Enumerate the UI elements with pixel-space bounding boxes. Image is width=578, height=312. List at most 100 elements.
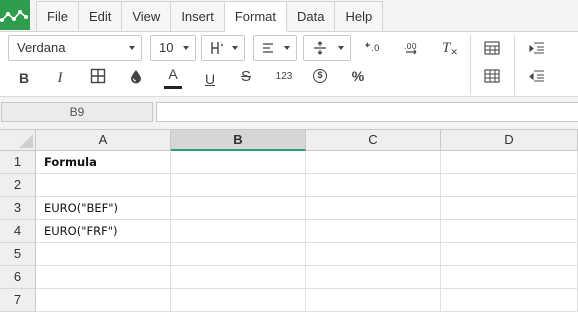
border-icon: [211, 42, 223, 54]
svg-text:.00: .00: [404, 42, 417, 51]
cell-d1[interactable]: [441, 151, 578, 174]
fill-color-button[interactable]: [124, 64, 148, 88]
select-all-icon: [19, 134, 33, 148]
outdent-icon: [529, 70, 544, 82]
currency-format-button[interactable]: $: [308, 64, 332, 88]
text-color-button[interactable]: A: [161, 64, 185, 89]
toolbar-divider: [514, 35, 515, 95]
increase-decimal-button[interactable]: .00: [400, 36, 424, 60]
chevron-down-icon: [232, 46, 238, 50]
font-family-select[interactable]: Verdana: [8, 35, 142, 61]
formula-bar: B9: [0, 96, 578, 126]
cell-d5[interactable]: [441, 243, 578, 266]
app-logo: [0, 0, 30, 30]
cell-b1[interactable]: [171, 151, 306, 174]
horizontal-align-select[interactable]: [253, 35, 297, 61]
clear-format-icon: T: [442, 39, 451, 56]
column-header-b[interactable]: B: [171, 130, 306, 151]
row-header-3[interactable]: 3: [0, 197, 36, 220]
menu-file[interactable]: File: [36, 1, 79, 32]
formula-input[interactable]: [156, 102, 578, 122]
cell-b7[interactable]: [171, 289, 306, 312]
menu-view[interactable]: View: [122, 1, 172, 32]
font-size-select[interactable]: 10: [150, 35, 196, 61]
cell-c4[interactable]: [306, 220, 441, 243]
toolbar-divider: [470, 35, 471, 95]
menu-help[interactable]: Help: [335, 1, 384, 32]
chevron-down-icon: [284, 46, 290, 50]
menu-edit[interactable]: Edit: [78, 1, 123, 32]
dollar-icon: $: [313, 69, 327, 83]
font-family-value: Verdana: [17, 40, 66, 55]
cell-a7[interactable]: [36, 289, 171, 312]
select-all-corner[interactable]: [0, 130, 36, 151]
number-format-button[interactable]: 123: [272, 64, 296, 88]
merge-cells-button[interactable]: [480, 36, 504, 60]
cell-b5[interactable]: [171, 243, 306, 266]
column-header-a[interactable]: A: [36, 130, 171, 151]
row-header-5[interactable]: 5: [0, 243, 36, 266]
cell-a4[interactable]: EURO("FRF"): [36, 220, 171, 243]
menu-insert[interactable]: Insert: [171, 1, 225, 32]
cell-name-box[interactable]: B9: [1, 102, 153, 122]
vertical-align-select[interactable]: [303, 35, 351, 61]
row-header-7[interactable]: 7: [0, 289, 36, 312]
row-header-6[interactable]: 6: [0, 266, 36, 289]
cell-a1[interactable]: Formula: [36, 151, 171, 174]
svg-text:.0: .0: [371, 44, 380, 54]
row-header-4[interactable]: 4: [0, 220, 36, 243]
cell-c7[interactable]: [306, 289, 441, 312]
font-size-value: 10: [159, 40, 174, 55]
spreadsheet-grid: A B C D 1 2 3 4 5 6 7 Formula EURO("BEF"…: [0, 129, 578, 312]
row-header-1[interactable]: 1: [0, 151, 36, 174]
table-button[interactable]: [480, 64, 504, 88]
chevron-down-icon: [338, 46, 344, 50]
menu-format[interactable]: Format: [224, 1, 287, 32]
cell-c2[interactable]: [306, 174, 441, 197]
percent-format-button[interactable]: %: [346, 64, 370, 88]
increase-decimal-icon: .00: [404, 42, 417, 55]
borders-button[interactable]: [86, 64, 110, 88]
borders-select[interactable]: [201, 35, 245, 61]
row-header-2[interactable]: 2: [0, 174, 36, 197]
logo-chart-icon: [0, 10, 28, 22]
bold-button[interactable]: B: [12, 66, 36, 90]
chevron-down-icon: [183, 46, 189, 50]
chevron-down-icon: [129, 46, 135, 50]
cell-a6[interactable]: [36, 266, 171, 289]
cell-d2[interactable]: [441, 174, 578, 197]
cell-d4[interactable]: [441, 220, 578, 243]
cell-b6[interactable]: [171, 266, 306, 289]
cell-b3[interactable]: [171, 197, 306, 220]
cell-c5[interactable]: [306, 243, 441, 266]
text-color-swatch: [164, 86, 182, 89]
underline-button[interactable]: U: [198, 67, 222, 91]
column-header-c[interactable]: C: [306, 130, 441, 151]
italic-button[interactable]: I: [48, 66, 72, 90]
cell-a3[interactable]: EURO("BEF"): [36, 197, 171, 220]
strikethrough-button[interactable]: S: [234, 64, 258, 88]
column-header-d[interactable]: D: [441, 130, 578, 151]
borders-all-icon: [90, 68, 106, 84]
cell-b2[interactable]: [171, 174, 306, 197]
cell-d7[interactable]: [441, 289, 578, 312]
table-icon: [484, 41, 500, 55]
indent-button[interactable]: [525, 36, 549, 60]
outdent-button[interactable]: [525, 64, 549, 88]
cell-a5[interactable]: [36, 243, 171, 266]
menu-bar: File Edit View Insert Format Data Help: [36, 1, 384, 32]
menu-data[interactable]: Data: [287, 1, 336, 32]
cell-d6[interactable]: [441, 266, 578, 289]
clear-formatting-button[interactable]: T ✕: [438, 36, 462, 60]
format-toolbar: Verdana 10 .0 .00 T ✕ B I A U S 123 $ %: [0, 32, 578, 96]
cell-c1[interactable]: [306, 151, 441, 174]
text-color-icon: A: [168, 66, 178, 82]
clear-x-icon: ✕: [450, 46, 458, 57]
cell-c6[interactable]: [306, 266, 441, 289]
cell-d3[interactable]: [441, 197, 578, 220]
cell-a2[interactable]: [36, 174, 171, 197]
cell-c3[interactable]: [306, 197, 441, 220]
decrease-decimal-button[interactable]: .0: [362, 36, 386, 60]
grid-icon: [484, 69, 500, 83]
cell-b4[interactable]: [171, 220, 306, 243]
